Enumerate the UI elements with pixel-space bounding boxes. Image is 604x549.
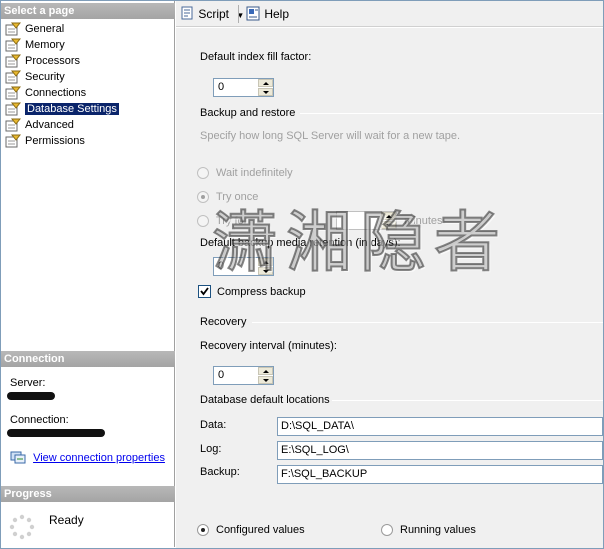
configured-values-label: Configured values — [216, 524, 305, 536]
page-label: Database Settings — [25, 103, 119, 115]
page-label: Advanced — [25, 119, 74, 131]
data-path-field[interactable]: D:\SQL_DATA\ — [277, 417, 603, 436]
redacted-server — [7, 392, 55, 400]
page-item-permissions[interactable]: Permissions — [1, 133, 175, 149]
fill-factor-value: 0 — [218, 81, 225, 93]
backup-restore-group-label: Backup and restore — [200, 107, 296, 119]
toolbar-separator — [238, 5, 239, 23]
view-connection-properties-link[interactable]: View connection properties — [33, 452, 165, 464]
page-icon — [5, 22, 21, 36]
help-label: Help — [264, 7, 290, 21]
redacted-connection — [7, 429, 105, 437]
page-item-memory[interactable]: Memory — [1, 37, 175, 53]
data-label: Data: — [200, 419, 227, 431]
connection-label: Connection: — [10, 414, 69, 426]
log-label: Log: — [200, 443, 222, 455]
progress-status: Ready — [49, 513, 84, 527]
page-list: General Memory Processors Security Conne… — [1, 21, 175, 149]
page-item-security[interactable]: Security — [1, 69, 175, 85]
page-icon — [5, 70, 21, 84]
compress-backup-label: Compress backup — [217, 286, 306, 298]
fill-factor-spinner[interactable]: 0 — [213, 78, 274, 97]
running-values-label: Running values — [400, 524, 476, 536]
backup-restore-divider — [300, 113, 603, 114]
page-item-database-settings[interactable]: Database Settings — [1, 101, 175, 117]
running-values-radio[interactable] — [381, 524, 393, 536]
page-icon — [5, 134, 21, 148]
page-icon — [5, 86, 21, 100]
page-icon — [5, 38, 21, 52]
wait-indefinitely-label: Wait indefinitely — [216, 167, 293, 179]
recovery-interval-label: Recovery interval (minutes): — [200, 340, 337, 352]
db-locations-group-label: Database default locations — [200, 394, 330, 406]
spinner-down-arrow[interactable] — [258, 267, 273, 275]
spinner-down-arrow[interactable] — [381, 221, 396, 229]
toolbar: Script ▼ Help — [176, 1, 603, 27]
recovery-group-label: Recovery — [200, 316, 247, 328]
page-label: Memory — [25, 39, 65, 51]
script-label: Script — [198, 7, 230, 21]
try-for-radio[interactable] — [197, 215, 209, 227]
page-label: Processors — [25, 55, 81, 67]
checkmark-icon — [200, 287, 209, 296]
recovery-interval-value: 0 — [218, 369, 225, 381]
page-label: General — [25, 23, 65, 35]
configured-values-radio[interactable] — [197, 524, 209, 536]
page-icon — [5, 118, 21, 132]
backup-path-field[interactable]: F:\SQL_BACKUP — [277, 465, 603, 484]
retention-spinner[interactable]: 0 — [213, 257, 274, 276]
page-icon — [5, 102, 21, 116]
spinner-up-arrow[interactable] — [258, 367, 273, 375]
page-label: Connections — [25, 87, 87, 99]
retention-value: 0 — [218, 260, 225, 272]
script-icon — [181, 6, 193, 20]
spinner-up-arrow[interactable] — [258, 258, 273, 266]
minutes-suffix: minutes — [404, 215, 443, 227]
spinner-down-arrow[interactable] — [258, 376, 273, 384]
backup-label: Backup: — [200, 466, 240, 478]
page-item-processors[interactable]: Processors — [1, 53, 175, 69]
page-icon — [5, 54, 21, 68]
script-button[interactable]: Script ▼ — [180, 6, 244, 22]
help-button[interactable]: Help — [246, 6, 289, 22]
progress-header: Progress — [1, 486, 175, 502]
try-for-minutes-spinner[interactable] — [336, 211, 397, 230]
spinner-up-arrow[interactable] — [258, 79, 273, 87]
server-label: Server: — [10, 377, 46, 389]
db-locations-divider — [332, 400, 603, 401]
left-pane: Select a page General Memory Processors … — [1, 1, 175, 547]
connection-header: Connection — [1, 351, 175, 367]
view-connection-properties-row[interactable]: View connection properties — [10, 450, 165, 464]
spinner-down-arrow[interactable] — [258, 88, 273, 96]
select-page-header: Select a page — [1, 3, 175, 19]
try-once-label: Try once — [216, 191, 259, 203]
recovery-divider — [252, 322, 603, 323]
page-label: Security — [25, 71, 65, 83]
page-item-advanced[interactable]: Advanced — [1, 117, 175, 133]
tape-wait-description: Specify how long SQL Server will wait fo… — [200, 130, 461, 142]
connection-info: Server: Connection: View connection prop… — [1, 369, 175, 485]
recovery-interval-spinner[interactable]: 0 — [213, 366, 274, 385]
connection-properties-icon — [10, 451, 26, 464]
compress-backup-checkbox[interactable] — [198, 285, 211, 298]
page-item-general[interactable]: General — [1, 21, 175, 37]
retention-label: Default backup media retention (in days)… — [200, 237, 401, 249]
database-settings-panel: Default index fill factor: 0 Backup and … — [176, 28, 603, 548]
page-label: Permissions — [25, 135, 85, 147]
help-icon — [246, 6, 260, 21]
default-index-fill-factor-label: Default index fill factor: — [200, 51, 312, 63]
try-for-label: Try for — [216, 215, 248, 227]
try-once-radio[interactable] — [197, 191, 209, 203]
progress-spinner-icon — [9, 514, 35, 540]
spinner-up-arrow[interactable] — [381, 212, 396, 220]
wait-indefinitely-radio[interactable] — [197, 167, 209, 179]
log-path-field[interactable]: E:\SQL_LOG\ — [277, 441, 603, 460]
page-item-connections[interactable]: Connections — [1, 85, 175, 101]
